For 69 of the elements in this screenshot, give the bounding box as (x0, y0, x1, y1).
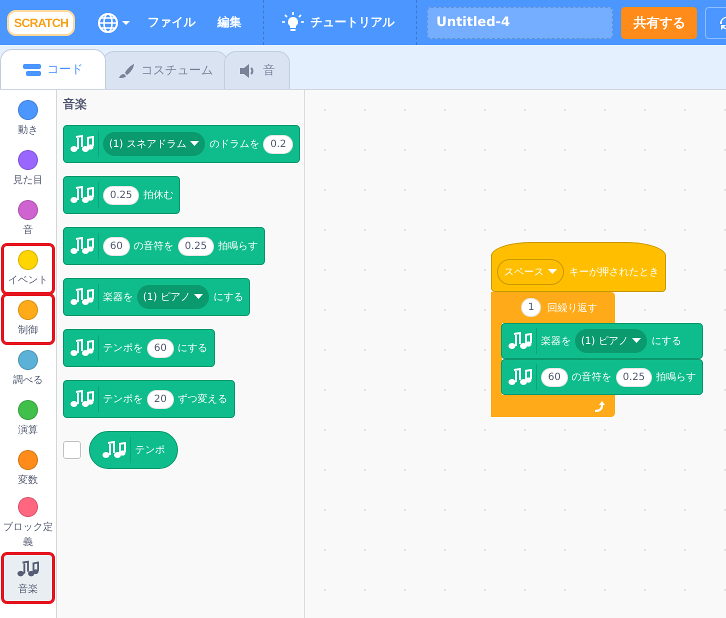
music-notes-icon (70, 134, 94, 154)
number-input[interactable]: 60 (103, 236, 130, 256)
code-block[interactable]: 60 の音符を 0.25 拍鳴らす (501, 359, 703, 395)
block-label: の音符を (572, 370, 612, 384)
number-input[interactable]: 0.2 (263, 134, 294, 154)
music-notes-icon (70, 338, 94, 358)
checkbox[interactable] (63, 441, 81, 459)
code-block[interactable]: 60 の音符を 0.25 拍鳴らす (63, 227, 265, 265)
code-block[interactable]: 楽器を (1) ピアノ にする (63, 278, 250, 316)
code-block[interactable]: 0.25 拍休む (63, 176, 180, 214)
number-input[interactable]: 0.25 (178, 236, 214, 256)
number-input[interactable]: 1 (521, 298, 542, 317)
globe-icon[interactable] (97, 12, 132, 34)
caret-icon (632, 338, 642, 344)
category-item[interactable]: ブロック定義 (2, 494, 54, 553)
block-label: 楽器を (103, 291, 133, 304)
music-notes-icon (508, 367, 532, 387)
category-item[interactable]: 制御 (2, 294, 54, 344)
music-notes-icon (17, 559, 39, 579)
number-input[interactable]: 0.25 (616, 368, 652, 386)
music-notes-icon (102, 440, 126, 460)
category-item[interactable]: 動き (2, 94, 54, 144)
block-label: 回繰り返す (547, 302, 598, 314)
block-label: キーが押されたとき (569, 266, 659, 279)
number-input[interactable]: 0.25 (103, 186, 140, 204)
loop-arrow-icon (593, 400, 605, 412)
block-label: 拍鳴らす (656, 370, 696, 384)
block-label: テンポを (103, 393, 143, 406)
block-label: 楽器を (541, 335, 571, 348)
code-block[interactable]: テンポを 60 にする (63, 329, 215, 367)
dropdown[interactable]: (1) スネアドラム (103, 132, 206, 156)
code-block[interactable]: 楽器を (1) ピアノ にする (501, 323, 703, 359)
dropdown[interactable]: (1) ピアノ (575, 329, 648, 353)
music-notes-icon (70, 287, 94, 307)
brush-icon (117, 62, 135, 78)
block-label: にする (213, 291, 244, 304)
caret-icon (190, 141, 200, 147)
category-item[interactable]: 音 (2, 194, 54, 244)
caret-icon (194, 294, 204, 300)
lightbulb-icon (282, 12, 304, 34)
music-notes-icon (70, 389, 94, 409)
block-label: ずつ変える (178, 392, 228, 406)
block-label: テンポ (135, 444, 165, 457)
category-item[interactable]: イベント (2, 244, 54, 294)
category-item[interactable]: 演算 (2, 394, 54, 444)
category-item[interactable]: 見た目 (2, 144, 54, 194)
music-notes-icon (70, 185, 94, 205)
block-label: にする (651, 335, 682, 348)
block-label: にする (178, 342, 208, 355)
number-input[interactable]: 60 (147, 338, 174, 358)
block-label: のドラムを (209, 138, 260, 151)
category-heading: 音楽 (63, 96, 88, 113)
block-label: 拍鳴らす (218, 240, 258, 253)
block-label: テンポを (103, 342, 143, 355)
dropdown[interactable]: (1) ピアノ (137, 285, 210, 309)
block-label: 拍休む (143, 188, 174, 202)
number-input[interactable]: 60 (541, 368, 568, 386)
caret-icon (548, 269, 557, 275)
number-input[interactable]: 20 (147, 390, 174, 408)
code-blocks-icon (23, 62, 41, 76)
category-item[interactable]: 変数 (2, 444, 54, 494)
music-notes-icon (508, 331, 532, 351)
music-notes-icon (70, 236, 94, 256)
repeat-block[interactable]: 1 回繰り返す 楽器を (1) ピアノ にする 60 の音符を 0.25 拍鳴らす (491, 292, 703, 417)
category-item[interactable]: 調べる (2, 344, 54, 394)
code-block[interactable]: (1) スネアドラム のドラムを 0.2 (63, 125, 300, 163)
category-item[interactable]: 音楽 (2, 553, 54, 603)
code-block[interactable]: テンポを 20 ずつ変える (63, 380, 235, 418)
block-label: の音符を (134, 240, 174, 253)
